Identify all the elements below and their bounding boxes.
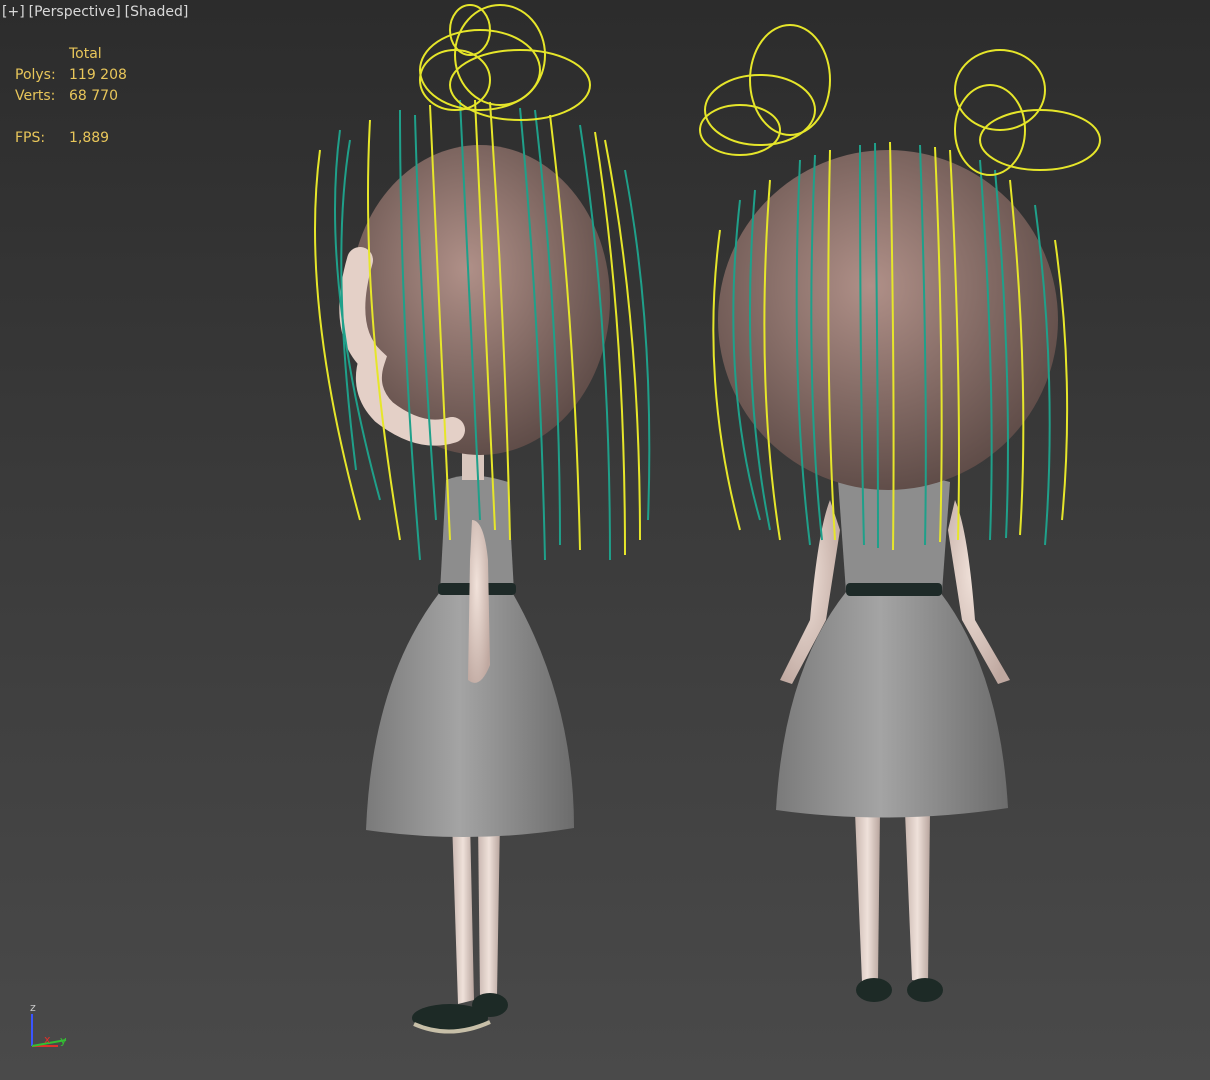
character-back-view[interactable] <box>699 24 1101 1002</box>
axis-z-label: z <box>30 1001 36 1014</box>
viewport-perspective[interactable]: [+] [Perspective] [Shaded] Total Polys: 1… <box>0 0 1210 1080</box>
scene-render[interactable] <box>0 0 1210 1080</box>
axis-y-label: y <box>60 1034 67 1047</box>
axis-x-label: x <box>44 1033 51 1046</box>
axis-gizmo: z x y <box>30 1001 67 1047</box>
character-side-view[interactable] <box>314 4 651 1034</box>
